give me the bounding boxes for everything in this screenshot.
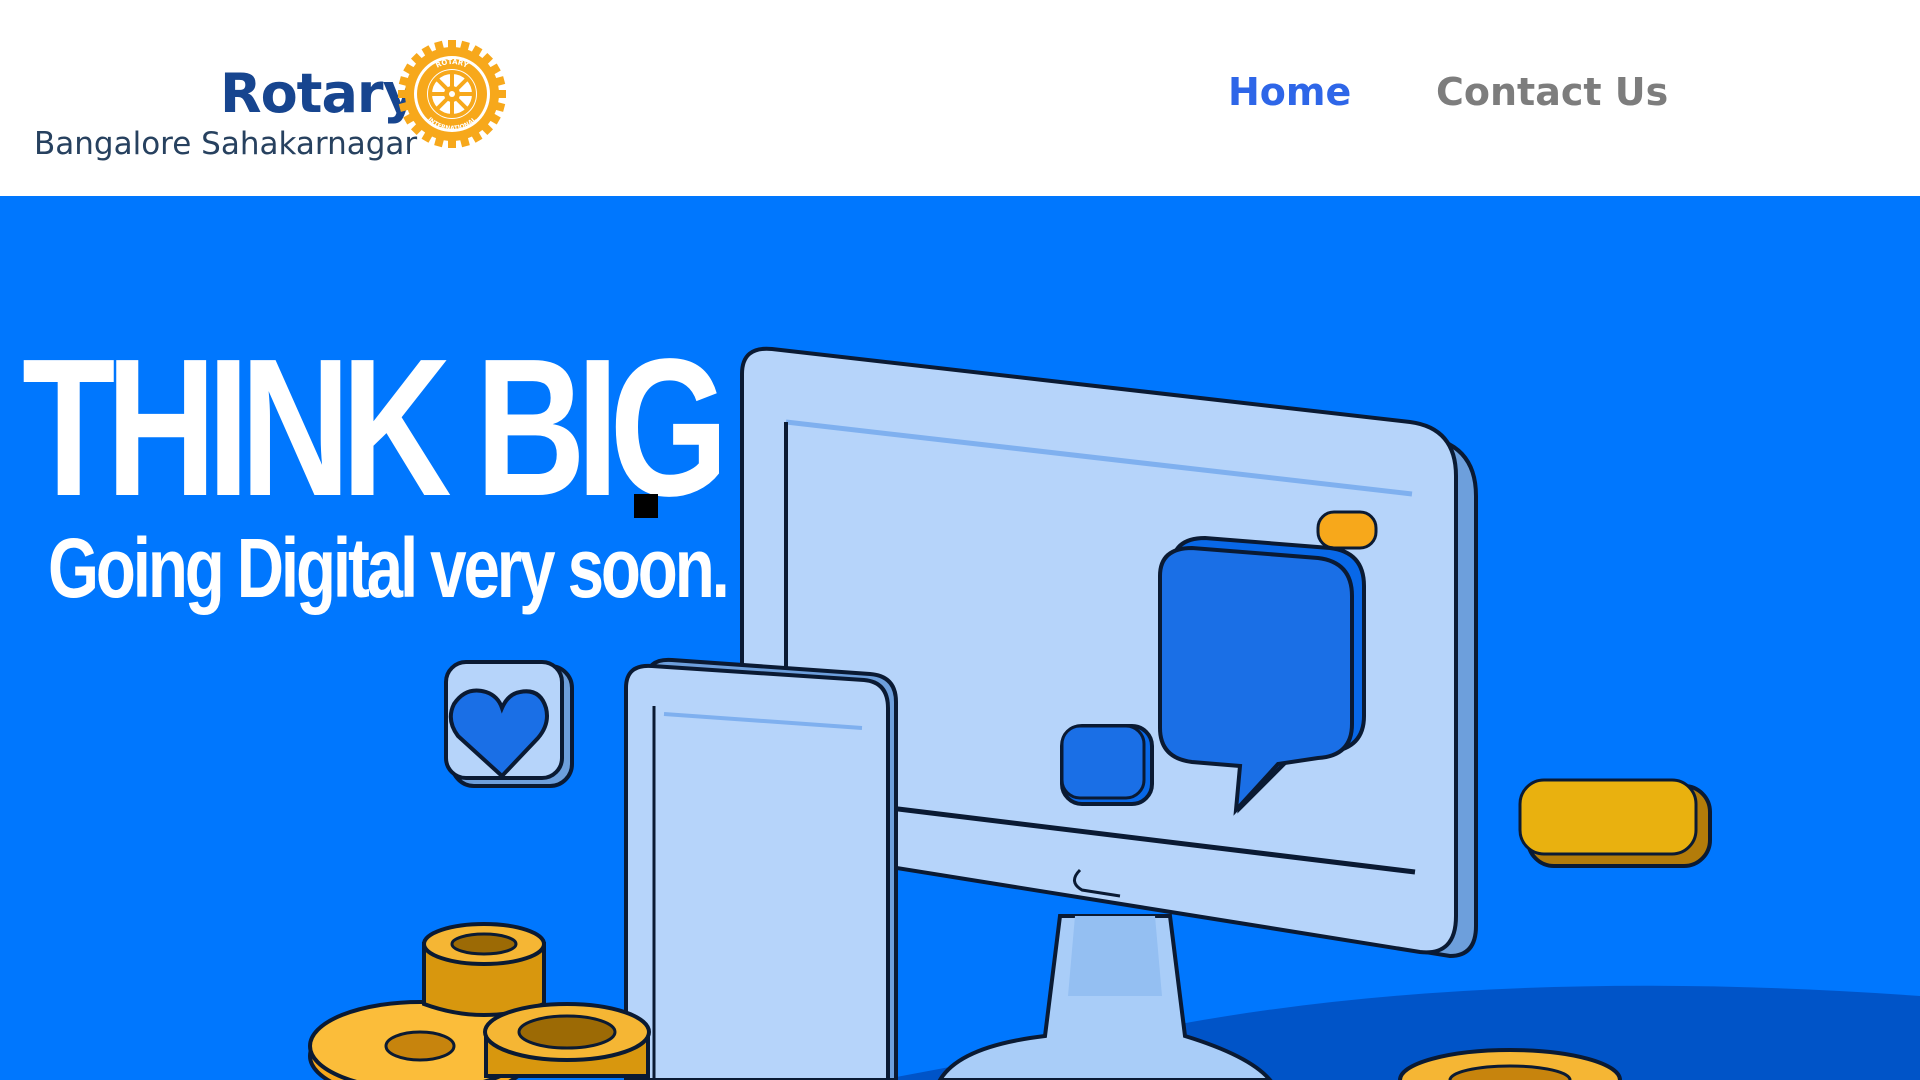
hero-subtitle: Going Digital very soon.	[48, 521, 730, 615]
hero-title-period	[634, 494, 658, 518]
site-logo[interactable]: Rotary Bangalore Sahakarnagar ROTARY INT…	[34, 38, 514, 178]
heart-icon	[444, 660, 574, 788]
logo-subtitle: Bangalore Sahakarnagar	[34, 126, 418, 162]
nav-link-home[interactable]: Home	[1228, 70, 1351, 114]
hero-banner: THINK BIG Going Digital very soon.	[0, 196, 1920, 1080]
rotary-wheel-icon: ROTARY INTERNATIONAL	[398, 40, 506, 148]
logo-wordmark: Rotary	[220, 62, 418, 125]
site-header: Rotary Bangalore Sahakarnagar ROTARY INT…	[0, 0, 1920, 196]
hero-title: THINK BIG	[22, 318, 728, 537]
tablet-icon	[624, 657, 898, 1080]
nav-link-contact[interactable]: Contact Us	[1436, 70, 1668, 114]
